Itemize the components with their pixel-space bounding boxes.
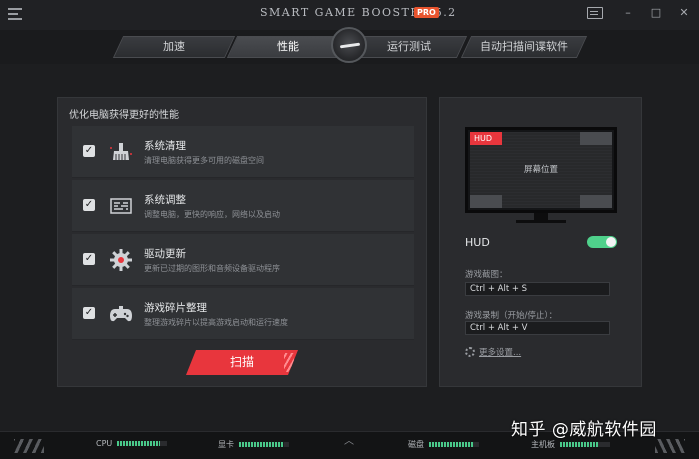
record-hotkey-field[interactable]: Ctrl + Alt + V <box>465 321 610 335</box>
minimize-button[interactable]: – <box>621 6 635 20</box>
record-hotkey-label: 游戏录制（开始/停止）： <box>465 311 558 321</box>
list-item-system-clean[interactable]: ✓ 系统清理 清理电脑获得更多可用的磁盘空间 <box>72 126 414 178</box>
settings-gear-icon <box>465 347 475 357</box>
hud-toggle[interactable] <box>587 236 617 248</box>
screenshot-hotkey-label: 游戏截图： <box>465 270 508 280</box>
list-item-game-defrag[interactable]: ✓ 游戏碎片整理 整理游戏碎片以提高游戏启动和运行速度 <box>72 288 414 340</box>
item-title: 驱动更新 <box>144 248 186 260</box>
motherboard-meter: 主机板 <box>531 439 610 450</box>
scan-button[interactable]: 扫描 <box>186 350 298 375</box>
toggle-knob <box>606 237 616 247</box>
pro-badge: PRO <box>414 7 439 18</box>
hud-position-bottom-right[interactable] <box>580 195 612 208</box>
more-settings-link[interactable]: 更多设置... <box>465 346 521 358</box>
gamepad-icon <box>110 306 132 322</box>
sliders-icon <box>110 198 132 214</box>
item-description: 调整电脑，更快的响应，网络以及启动 <box>144 210 280 219</box>
maximize-button[interactable]: □ <box>649 6 663 20</box>
chevron-up-icon[interactable]: ︿ <box>344 432 354 447</box>
checkbox[interactable]: ✓ <box>83 145 95 157</box>
hud-position-top-left[interactable]: HUD <box>470 132 502 145</box>
screenshot-hotkey-field[interactable]: Ctrl + Alt + S <box>465 282 610 296</box>
item-description: 清理电脑获得更多可用的磁盘空间 <box>144 156 264 165</box>
hud-label: HUD <box>465 236 490 249</box>
window-controls: – □ ✕ <box>587 6 691 20</box>
checkbox[interactable]: ✓ <box>83 307 95 319</box>
decor-stripes-right <box>655 439 685 453</box>
list-item-driver-update[interactable]: ✓ 驱动更新 更新已过期的图形和音频设备驱动程序 <box>72 234 414 286</box>
tab-spyware-scan[interactable]: 自动扫描间谍软件 <box>460 36 588 58</box>
tab-boost[interactable]: 加速 <box>112 36 236 58</box>
panel-title: 优化电脑获得更好的性能 <box>69 110 179 121</box>
menu-icon[interactable] <box>8 8 22 20</box>
item-title: 游戏碎片整理 <box>144 302 207 314</box>
tab-benchmark[interactable]: 运行测试 <box>350 36 468 58</box>
watermark: 知乎 @威航软件园 <box>511 420 657 440</box>
screen-position-picker[interactable]: HUD 屏幕位置 <box>470 132 612 208</box>
monitor-base <box>516 220 566 223</box>
hud-position-top-right[interactable] <box>580 132 612 145</box>
title-bar: SMART GAME BOOSTER 5.2 PRO – □ ✕ <box>0 0 699 30</box>
optimize-panel: 优化电脑获得更好的性能 ✓ 系统清理 清理电脑获得更多可用的磁盘空间 ✓ 系统调… <box>57 97 427 387</box>
disk-meter: 磁盘 <box>408 439 479 450</box>
decor-stripes-left <box>14 439 44 453</box>
checkbox[interactable]: ✓ <box>83 199 95 211</box>
cpu-meter: CPU <box>96 439 168 448</box>
item-title: 系统清理 <box>144 140 186 152</box>
list-item-system-tweak[interactable]: ✓ 系统调整 调整电脑，更快的响应，网络以及启动 <box>72 180 414 232</box>
app-window: SMART GAME BOOSTER 5.2 PRO – □ ✕ 加速 性能 运… <box>0 0 699 459</box>
button-stripes <box>284 353 294 372</box>
hud-position-bottom-left[interactable] <box>470 195 502 208</box>
hud-panel: HUD 屏幕位置 HUD 游戏截图： Ctrl + Alt + S 游戏录制（开… <box>439 97 642 387</box>
item-title: 系统调整 <box>144 194 186 206</box>
feedback-icon[interactable] <box>587 7 603 19</box>
speedometer-icon <box>331 27 367 63</box>
screen-position-label: 屏幕位置 <box>523 165 558 175</box>
checkbox[interactable]: ✓ <box>83 253 95 265</box>
gpu-meter: 显卡 <box>218 439 289 450</box>
broom-icon <box>110 143 132 160</box>
monitor-preview: HUD 屏幕位置 <box>465 127 617 213</box>
item-description: 整理游戏碎片以提高游戏启动和运行速度 <box>144 318 288 327</box>
item-description: 更新已过期的图形和音频设备驱动程序 <box>144 264 280 273</box>
gear-icon <box>110 249 132 271</box>
close-button[interactable]: ✕ <box>677 6 691 20</box>
